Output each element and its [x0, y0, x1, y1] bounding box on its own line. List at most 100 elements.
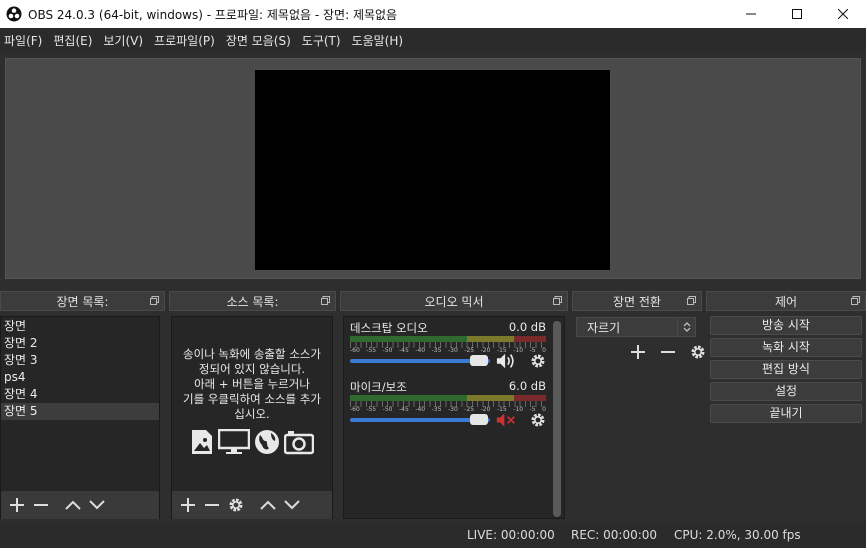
- transition-spin-icon[interactable]: [677, 318, 695, 336]
- menu-file[interactable]: 파일(F): [4, 32, 49, 49]
- status-bar: LIVE: 00:00:00 REC: 00:00:00 CPU: 2.0%, …: [0, 523, 866, 548]
- menu-profile[interactable]: 프로파일(P): [154, 32, 222, 49]
- channel-name: 마이크/보조: [350, 380, 407, 394]
- sources-dock: 소스 목록:: [169, 291, 336, 311]
- plus-icon: [181, 498, 195, 512]
- scene-item[interactable]: 장면 3: [1, 352, 159, 369]
- tick-label: -60: [350, 406, 360, 413]
- add-source-button[interactable]: [176, 494, 200, 516]
- speaker-icon: [496, 353, 514, 369]
- tick-label: -35: [431, 347, 442, 354]
- channel-settings-button[interactable]: [528, 410, 548, 430]
- sources-dock-title-text: 소스 목록:: [226, 294, 279, 309]
- tick-label: -25: [464, 347, 475, 354]
- obs-logo-icon: [6, 6, 22, 22]
- mixer-scrollbar[interactable]: [553, 321, 561, 517]
- scene-item[interactable]: 장면: [1, 318, 159, 335]
- maximize-button[interactable]: [774, 0, 820, 28]
- move-source-up-button[interactable]: [256, 494, 280, 516]
- scene-item-selected[interactable]: 장면 5: [1, 403, 159, 420]
- audio-mixer-dock: 오디오 믹서: [340, 291, 568, 311]
- minus-icon: [205, 504, 219, 506]
- volume-slider-handle[interactable]: [470, 355, 488, 366]
- exit-button[interactable]: 끝내기: [710, 404, 862, 423]
- sources-list-panel[interactable]: 송이나 녹화에 송출할 소스가 정되어 있지 않습니다. 아래 + 버튼을 누르…: [171, 316, 333, 519]
- tick-label: -35: [431, 406, 442, 413]
- monitor-icon: [218, 429, 250, 454]
- volume-slider-track[interactable]: [350, 359, 490, 363]
- tick-label: -50: [382, 347, 393, 354]
- channel-db-readout: 0.0 dB: [508, 320, 546, 334]
- tick-label: -25: [464, 406, 475, 413]
- move-scene-down-button[interactable]: [85, 494, 109, 516]
- transition-select[interactable]: 자르기: [576, 317, 696, 337]
- minimize-button[interactable]: [728, 0, 774, 28]
- move-scene-up-button[interactable]: [61, 494, 85, 516]
- channel-name: 데스크탑 오디오: [350, 321, 428, 335]
- move-source-down-button[interactable]: [280, 494, 304, 516]
- tick-label: -40: [415, 406, 426, 413]
- tick-label: -20: [480, 347, 491, 354]
- mixer-scrollbar-thumb[interactable]: [553, 321, 561, 517]
- audio-mixer-title-text: 오디오 믹서: [424, 294, 484, 309]
- transitions-panel: 자르기: [572, 291, 705, 371]
- chevron-down-icon: [284, 500, 300, 510]
- window-title: OBS 24.0.3 (64-bit, windows) - 프로파일: 제목없…: [28, 7, 398, 22]
- tick-label: -50: [382, 406, 393, 413]
- tick-label: -30: [447, 406, 458, 413]
- undock-icon[interactable]: [553, 296, 562, 305]
- volume-slider-handle[interactable]: [470, 414, 488, 425]
- tick-label: -55: [366, 406, 377, 413]
- remove-scene-button[interactable]: [29, 494, 53, 516]
- channel-db-readout: 6.0 dB: [508, 379, 546, 393]
- remove-source-button[interactable]: [200, 494, 224, 516]
- tick-label: -55: [366, 347, 377, 354]
- empty-message-line: 정되어 있지 않습니다.: [198, 362, 306, 376]
- cpu-fps-readout: CPU: 2.0%, 30.00 fps: [674, 528, 801, 542]
- menu-view[interactable]: 보기(V): [103, 32, 150, 49]
- undock-icon[interactable]: [150, 296, 159, 305]
- start-streaming-button[interactable]: 방송 시작: [710, 316, 862, 335]
- chevron-up-icon: [260, 500, 276, 510]
- transition-tools: [626, 341, 710, 363]
- gear-icon: [229, 498, 243, 512]
- menu-tools[interactable]: 도구(T): [302, 32, 348, 49]
- rec-timer: REC: 00:00:00: [571, 528, 658, 542]
- channel-settings-button[interactable]: [528, 351, 548, 371]
- empty-message-line: 기를 우클릭하여 소스를 추가: [183, 392, 321, 406]
- sources-dock-title: 소스 목록:: [169, 291, 336, 311]
- scenes-dock: 장면 목록:: [0, 291, 165, 311]
- mute-toggle-button[interactable]: [496, 410, 516, 430]
- gear-icon: [691, 345, 705, 359]
- plus-icon: [10, 498, 24, 512]
- scenes-dock-title: 장면 목록:: [0, 291, 165, 311]
- menu-edit[interactable]: 편집(E): [53, 32, 99, 49]
- scene-item[interactable]: ps4: [1, 369, 159, 386]
- menu-help[interactable]: 도움말(H): [352, 32, 411, 49]
- preview-canvas[interactable]: [255, 70, 610, 270]
- source-properties-button[interactable]: [224, 494, 248, 516]
- volume-slider-track[interactable]: [350, 418, 490, 422]
- close-button[interactable]: [820, 0, 866, 28]
- undock-icon[interactable]: [321, 296, 330, 305]
- add-transition-button[interactable]: [626, 341, 650, 363]
- add-scene-button[interactable]: [5, 494, 29, 516]
- title-bar: OBS 24.0.3 (64-bit, windows) - 프로파일: 제목없…: [0, 0, 866, 28]
- meter-tick-labels: -60 -55 -50 -45 -40 -35 -30 -25 -20 -15 -10 -5 0: [350, 406, 546, 413]
- scene-item[interactable]: 장면 4: [1, 386, 159, 403]
- chevron-up-icon: [65, 500, 81, 510]
- settings-button[interactable]: 설정: [710, 382, 862, 401]
- gear-icon: [531, 413, 545, 427]
- scene-item[interactable]: 장면 2: [1, 335, 159, 352]
- studio-mode-button[interactable]: 편집 방식: [710, 360, 862, 379]
- transition-select-value: 자르기: [587, 320, 621, 335]
- controls-panel: 방송 시작 녹화 시작 편집 방식 설정 끝내기: [706, 291, 866, 431]
- menu-scene-collection[interactable]: 장면 모음(S): [226, 32, 298, 49]
- globe-icon: [255, 430, 279, 454]
- mute-toggle-button[interactable]: [496, 351, 516, 371]
- maximize-icon: [792, 9, 802, 19]
- preview-area[interactable]: [5, 58, 861, 279]
- start-recording-button[interactable]: 녹화 시작: [710, 338, 862, 357]
- remove-transition-button[interactable]: [656, 341, 680, 363]
- tick-label: -60: [350, 347, 360, 354]
